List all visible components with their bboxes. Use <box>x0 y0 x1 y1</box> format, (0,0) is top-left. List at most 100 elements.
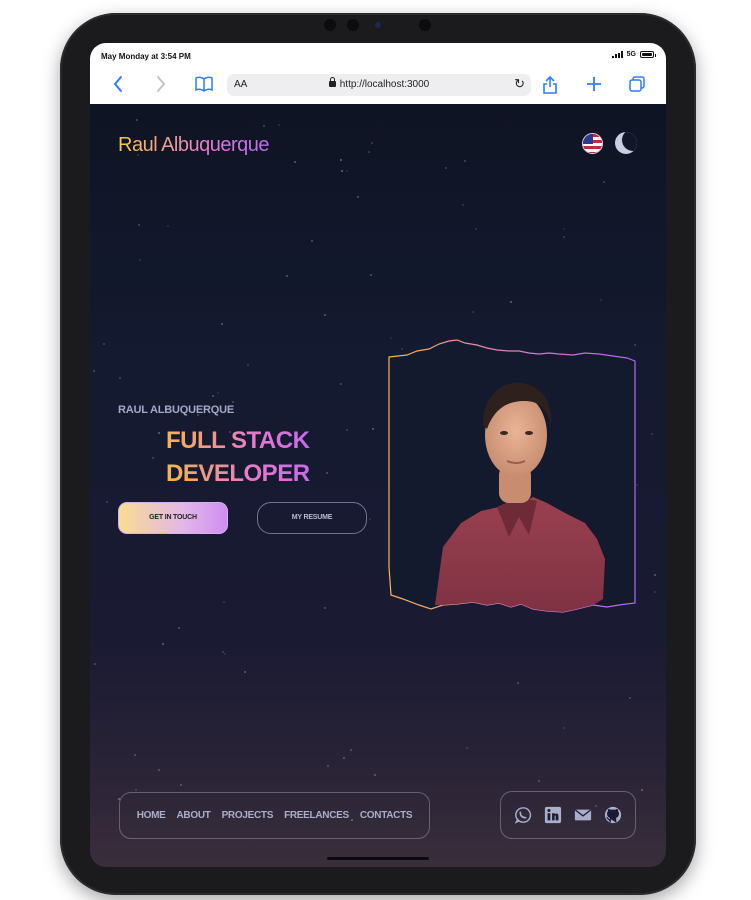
headline-line-2: DEVELOPER <box>166 460 310 487</box>
main-nav: HOME ABOUT PROJECTS FREELANCES CONTACTS <box>119 792 430 839</box>
star <box>324 607 326 609</box>
site-brand[interactable]: Raul Albuquerque <box>118 134 270 157</box>
tabs-icon[interactable] <box>628 75 646 99</box>
star <box>152 457 154 459</box>
star <box>563 727 565 729</box>
nav-item-about[interactable]: ABOUT <box>177 810 211 821</box>
star <box>178 627 180 629</box>
star <box>346 429 348 431</box>
star <box>340 383 342 385</box>
star <box>224 653 226 655</box>
star <box>212 395 214 397</box>
star <box>286 275 288 277</box>
star <box>222 651 224 653</box>
hero-headline: FULL STACK DEVELOPER <box>166 424 310 490</box>
sensor-dot <box>324 19 336 31</box>
social-links <box>500 791 636 839</box>
star <box>94 663 96 665</box>
star <box>641 789 643 791</box>
star <box>654 574 656 576</box>
nav-item-home[interactable]: HOME <box>137 810 166 821</box>
star <box>93 370 95 372</box>
star <box>374 774 376 776</box>
new-tab-icon[interactable] <box>586 75 602 99</box>
star <box>247 364 249 366</box>
star <box>244 671 246 673</box>
battery-icon <box>640 51 656 58</box>
star <box>369 518 371 520</box>
star <box>119 377 121 379</box>
star <box>368 151 370 153</box>
star <box>294 161 296 163</box>
us-flag-icon[interactable] <box>582 133 603 154</box>
star <box>350 749 352 751</box>
star <box>326 472 328 474</box>
home-indicator[interactable] <box>327 857 429 860</box>
star <box>472 311 474 313</box>
sensor-dot <box>347 19 359 31</box>
star <box>158 432 160 434</box>
star <box>158 769 160 771</box>
star <box>654 591 656 593</box>
share-icon[interactable] <box>542 75 558 101</box>
sensor-dot <box>419 19 431 31</box>
mail-icon[interactable] <box>574 806 592 824</box>
star <box>563 228 565 230</box>
star <box>466 747 468 749</box>
star <box>139 259 141 261</box>
star <box>563 236 565 238</box>
star <box>180 784 182 786</box>
star <box>232 401 234 403</box>
reload-icon[interactable]: ↻ <box>514 76 525 92</box>
star <box>162 643 164 645</box>
star <box>103 343 105 345</box>
nav-item-freelances[interactable]: FREELANCES <box>284 810 349 821</box>
star <box>263 125 265 127</box>
star <box>167 225 169 227</box>
star <box>136 119 138 121</box>
star <box>651 433 653 435</box>
star <box>372 428 374 430</box>
star <box>223 601 225 603</box>
star <box>445 167 447 169</box>
linkedin-icon[interactable] <box>544 806 562 824</box>
whatsapp-icon[interactable] <box>514 806 532 824</box>
url-field[interactable]: http://localhost:3000 <box>227 77 531 90</box>
address-bar[interactable]: AA http://localhost:3000 ↻ <box>227 74 531 96</box>
network-label: 5G <box>626 51 636 58</box>
get-in-touch-button[interactable]: GET IN TOUCH <box>118 502 228 534</box>
hero-eyebrow: RAUL ALBUQUERQUE <box>118 404 234 416</box>
star <box>221 323 223 325</box>
star <box>138 224 140 226</box>
bookmarks-icon[interactable] <box>194 75 214 99</box>
star <box>464 160 466 162</box>
star <box>135 789 137 791</box>
star <box>106 501 108 503</box>
star <box>600 299 602 301</box>
portfolio-page: Raul Albuquerque RAUL ALBUQUERQUE FULL S… <box>90 104 666 867</box>
forward-icon[interactable] <box>155 75 167 99</box>
star <box>134 754 136 756</box>
star <box>327 765 329 767</box>
star <box>517 682 519 684</box>
star <box>341 170 343 172</box>
star <box>370 274 372 276</box>
moon-icon[interactable] <box>615 132 637 154</box>
profile-photo <box>388 339 636 613</box>
status-indicators: 5G <box>611 51 656 58</box>
github-icon[interactable] <box>604 806 622 824</box>
star <box>462 204 464 206</box>
star <box>371 142 373 144</box>
signal-icon <box>611 51 623 58</box>
back-icon[interactable] <box>112 75 124 99</box>
nav-item-projects[interactable]: PROJECTS <box>222 810 274 821</box>
browser-chrome: May Monday at 3:54 PM 5G AA http://local… <box>90 43 666 104</box>
star <box>538 780 540 782</box>
my-resume-button[interactable]: MY RESUME <box>257 502 367 534</box>
star <box>603 181 605 183</box>
star <box>278 124 280 126</box>
status-time: May Monday at 3:54 PM <box>101 52 191 61</box>
camera-lens <box>375 22 381 28</box>
star <box>510 301 512 303</box>
nav-item-contacts[interactable]: CONTACTS <box>360 810 413 821</box>
